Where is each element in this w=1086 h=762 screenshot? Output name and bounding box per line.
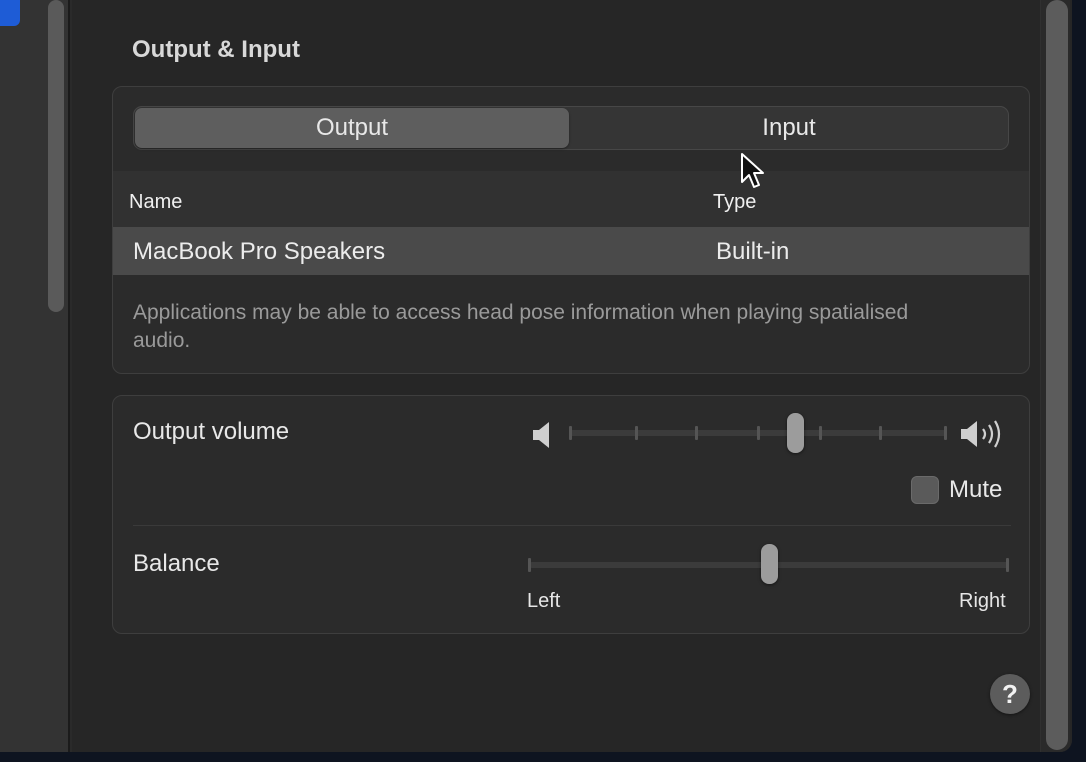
balance-slider-thumb[interactable] <box>760 544 778 584</box>
head-pose-note: Applications may be able to access head … <box>133 301 909 352</box>
volume-tick <box>635 426 638 440</box>
device-type: Built-in <box>716 238 790 265</box>
output-input-group: Output Input Name Type MacBook Pro Speak… <box>112 86 1030 374</box>
volume-slider-thumb[interactable] <box>787 413 805 453</box>
mouse-cursor-icon <box>741 153 764 188</box>
column-header-name[interactable]: Name <box>129 191 182 214</box>
divider <box>133 525 1011 526</box>
column-header-type[interactable]: Type <box>713 191 756 214</box>
settings-window: Output & Input Output Input Name Type Ma… <box>0 0 1072 752</box>
balance-right-label: Right <box>959 590 1006 612</box>
speaker-low-icon <box>533 422 549 448</box>
question-icon: ? <box>1002 679 1018 709</box>
sidebar <box>0 0 70 752</box>
volume-balance-group: Output volume Mute Balance Left Right <box>112 395 1030 634</box>
help-button[interactable]: ? <box>990 674 1030 714</box>
speaker-high-icon <box>961 420 1001 448</box>
balance-tick-right <box>1006 558 1009 572</box>
sidebar-selected-item[interactable] <box>0 0 20 26</box>
mute-label[interactable]: Mute <box>949 476 1002 504</box>
tab-output[interactable]: Output <box>135 108 569 148</box>
volume-tick <box>569 426 572 440</box>
output-input-segmented-control: Output Input <box>133 106 1009 150</box>
mute-checkbox[interactable] <box>911 476 939 504</box>
volume-tick <box>944 426 947 440</box>
volume-tick <box>879 426 882 440</box>
table-row[interactable]: MacBook Pro Speakers Built-in <box>113 227 1029 275</box>
tab-input[interactable]: Input <box>570 108 1008 148</box>
balance-label: Balance <box>133 550 220 577</box>
sidebar-scrollbar[interactable] <box>48 0 64 312</box>
volume-tick <box>757 426 760 440</box>
device-name: MacBook Pro Speakers <box>133 238 386 265</box>
section-title: Output & Input <box>132 36 300 63</box>
volume-tick <box>695 426 698 440</box>
device-table-header <box>113 171 1029 227</box>
output-volume-label: Output volume <box>133 418 290 445</box>
balance-left-label: Left <box>527 590 561 612</box>
main-scrollbar-thumb[interactable] <box>1046 0 1068 750</box>
balance-tick-left <box>528 558 531 572</box>
volume-tick <box>819 426 822 440</box>
